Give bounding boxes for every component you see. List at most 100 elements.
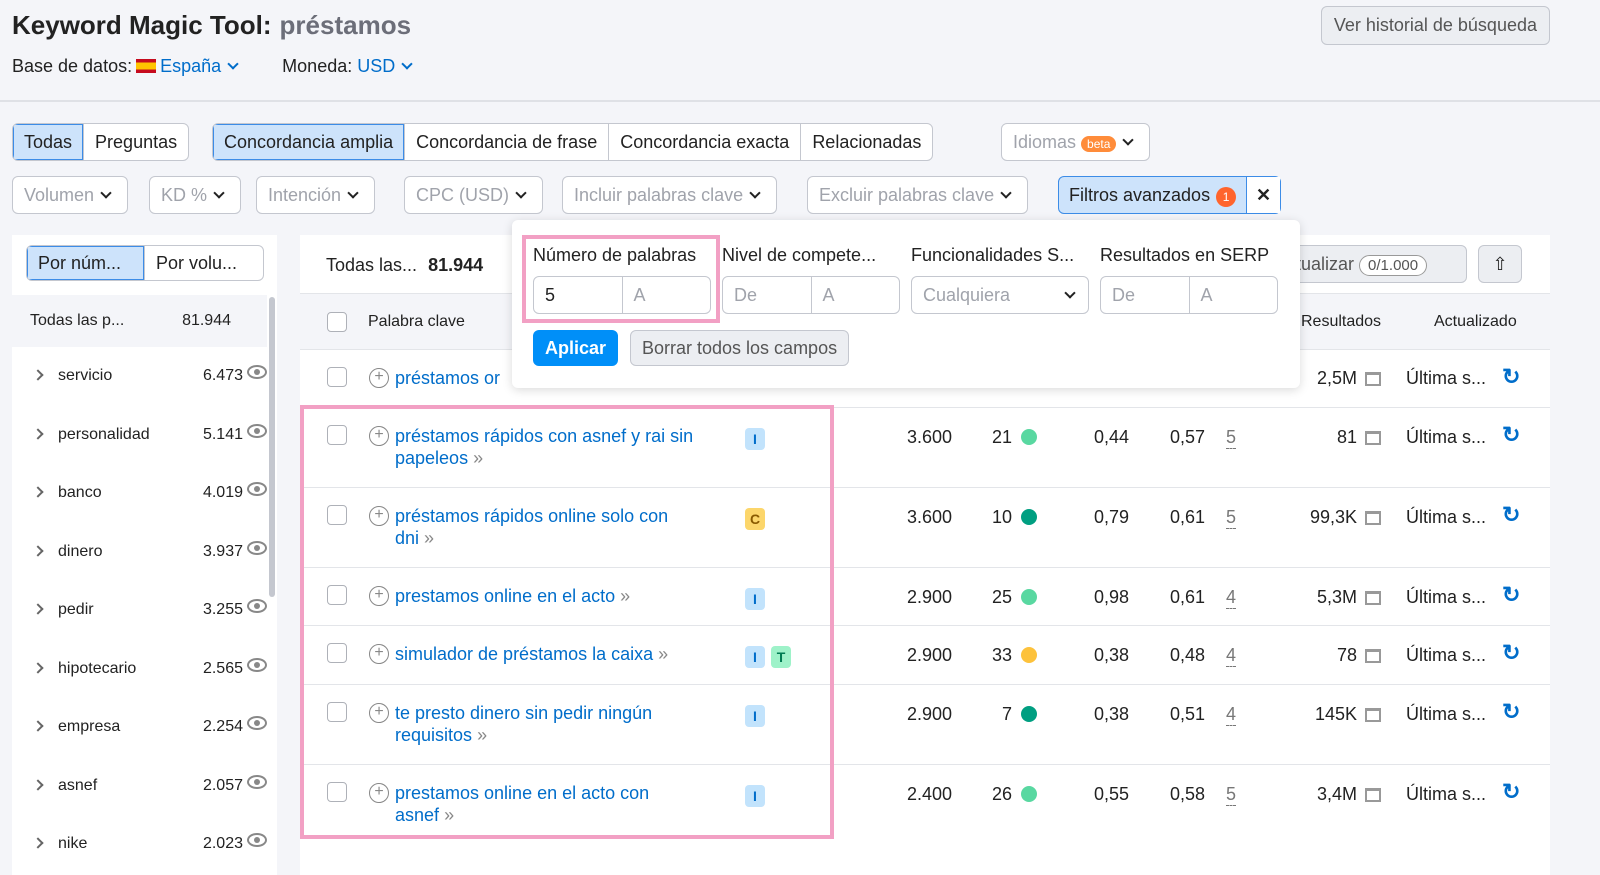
serp-icon[interactable]	[1365, 591, 1381, 605]
languages-dropdown[interactable]: Idiomas beta	[1001, 123, 1151, 161]
select-all-checkbox[interactable]	[327, 312, 347, 332]
group-item[interactable]: banco 4.019	[12, 464, 267, 522]
spain-flag-icon	[136, 59, 157, 73]
kd-dot	[1021, 706, 1037, 722]
kd-dot	[1021, 786, 1037, 802]
chevron-right-icon[interactable]	[32, 661, 44, 674]
serp-icon[interactable]	[1365, 708, 1381, 722]
chevron-right-icon[interactable]	[32, 369, 44, 381]
keyword-link[interactable]: préstamos or	[395, 367, 500, 389]
competition-range[interactable]: De A	[722, 276, 900, 314]
chevron-right-icon[interactable]	[32, 544, 44, 557]
close-icon[interactable]: ✕	[1246, 177, 1281, 213]
serp-results-to[interactable]: A	[1188, 277, 1278, 313]
page-title: Keyword Magic Tool: préstamos	[12, 10, 412, 40]
advanced-filters-button[interactable]: Filtros avanzados 1 ✕	[1058, 176, 1282, 214]
serp-features-count[interactable]: 5	[1226, 427, 1237, 449]
tab-preguntas[interactable]: Preguntas	[84, 124, 188, 160]
serp-icon[interactable]	[1365, 431, 1381, 445]
chevron-right-icon[interactable]	[32, 778, 44, 791]
refresh-icon[interactable]: ↻	[1502, 640, 1520, 666]
table-summary: Todas las... 81.944	[326, 255, 484, 275]
serp-icon[interactable]	[1365, 649, 1381, 663]
serp-features-count[interactable]: 4	[1226, 704, 1237, 726]
serp-features-count[interactable]: 4	[1226, 587, 1237, 609]
refresh-icon[interactable]: ↻	[1502, 779, 1520, 805]
group-item[interactable]: dinero 3.937	[12, 523, 267, 581]
chevron-right-icon[interactable]	[32, 427, 44, 440]
refresh-icon[interactable]: ↻	[1502, 502, 1520, 528]
tab-exact[interactable]: Concordancia exacta	[609, 124, 802, 160]
refresh-icon[interactable]: ↻	[1502, 699, 1520, 725]
refresh-icon[interactable]: ↻	[1502, 364, 1520, 390]
group-item[interactable]: personalidad 5.141	[12, 406, 267, 464]
sort-by-volume[interactable]: Por volu...	[145, 246, 263, 280]
divider	[0, 100, 1600, 102]
eye-icon[interactable]	[247, 833, 267, 847]
highlight-box	[522, 235, 720, 323]
update-button[interactable]: tualizar 0/1.000	[1285, 245, 1467, 283]
include-keywords-filter[interactable]: Incluir palabras clave	[562, 176, 778, 214]
serp-results-range[interactable]: De A	[1100, 276, 1278, 314]
group-item[interactable]: servicio 6.473	[12, 347, 267, 405]
eye-icon[interactable]	[247, 482, 267, 496]
tab-broad[interactable]: Concordancia amplia	[213, 124, 406, 160]
eye-icon[interactable]	[247, 540, 267, 555]
keyword-groups-sidebar: Por núm... Por volu... Todas las p... 81.9…	[12, 235, 277, 875]
kd-dot	[1021, 509, 1037, 525]
all-groups-row[interactable]: Todas las p... 81.944	[12, 295, 267, 347]
serp-icon[interactable]	[1365, 788, 1381, 802]
cpc-filter[interactable]: CPC (USD)	[404, 176, 543, 214]
eye-icon[interactable]	[247, 365, 267, 379]
serp-features-count[interactable]: 5	[1226, 784, 1237, 806]
match-tabs: Concordancia amplia Concordancia de frase…	[212, 123, 934, 161]
add-icon[interactable]: +	[369, 368, 389, 388]
kd-filter[interactable]: KD %	[149, 176, 242, 214]
serp-results-from[interactable]: De	[1101, 277, 1189, 313]
group-item[interactable]: asnef 2.057	[12, 757, 267, 815]
clear-all-button[interactable]: Borrar todos los campos	[630, 330, 850, 366]
group-item[interactable]: pedir 3.255	[12, 581, 267, 639]
kd-dot	[1021, 429, 1037, 445]
row-checkbox[interactable]	[327, 367, 347, 387]
chevron-right-icon[interactable]	[32, 837, 44, 849]
sort-by-number[interactable]: Por núm...	[27, 246, 145, 280]
kd-dot	[1021, 589, 1037, 605]
group-item[interactable]: nike 2.023	[12, 815, 267, 873]
chevron-right-icon[interactable]	[32, 486, 44, 498]
question-tabs: Todas Preguntas	[12, 123, 190, 161]
serp-features-select[interactable]: Cualquiera	[911, 276, 1089, 314]
serp-icon[interactable]	[1365, 372, 1381, 386]
kd-dot	[1021, 647, 1037, 663]
serp-icon[interactable]	[1365, 511, 1381, 525]
chevron-right-icon[interactable]	[32, 720, 44, 732]
competition-to[interactable]: A	[810, 277, 900, 313]
export-icon[interactable]: ⇧	[1478, 245, 1522, 283]
eye-icon[interactable]	[247, 423, 267, 438]
tab-related[interactable]: Relacionadas	[801, 124, 932, 160]
refresh-icon[interactable]: ↻	[1502, 422, 1520, 448]
sort-toggle: Por núm... Por volu...	[26, 245, 264, 281]
group-item[interactable]: empresa 2.254	[12, 698, 267, 756]
eye-icon[interactable]	[247, 599, 267, 613]
eye-icon[interactable]	[247, 657, 267, 672]
intent-filter[interactable]: Intención	[256, 176, 376, 214]
eye-icon[interactable]	[247, 716, 267, 730]
history-button[interactable]: Ver historial de búsqueda	[1320, 6, 1550, 45]
group-item[interactable]: hipotecario 2.565	[12, 640, 267, 698]
tab-phrase[interactable]: Concordancia de frase	[405, 124, 610, 160]
tab-todas[interactable]: Todas	[13, 124, 85, 160]
advanced-filters-popup: Número de palabras Nivel de compete... F…	[512, 220, 1300, 388]
volume-filter[interactable]: Volumen	[12, 176, 129, 214]
serp-features-count[interactable]: 4	[1226, 645, 1237, 667]
refresh-icon[interactable]: ↻	[1502, 582, 1520, 608]
eye-icon[interactable]	[247, 774, 267, 789]
scrollbar[interactable]	[269, 297, 275, 597]
competition-from[interactable]: De	[723, 277, 811, 313]
apply-button[interactable]: Aplicar	[533, 330, 619, 366]
exclude-keywords-filter[interactable]: Excluir palabras clave	[807, 176, 1029, 214]
database-selector[interactable]: Base de datos: España Moneda: USD	[12, 56, 417, 77]
serp-features-count[interactable]: 5	[1226, 507, 1237, 529]
chevron-right-icon[interactable]	[32, 603, 44, 615]
highlight-box	[300, 405, 834, 839]
